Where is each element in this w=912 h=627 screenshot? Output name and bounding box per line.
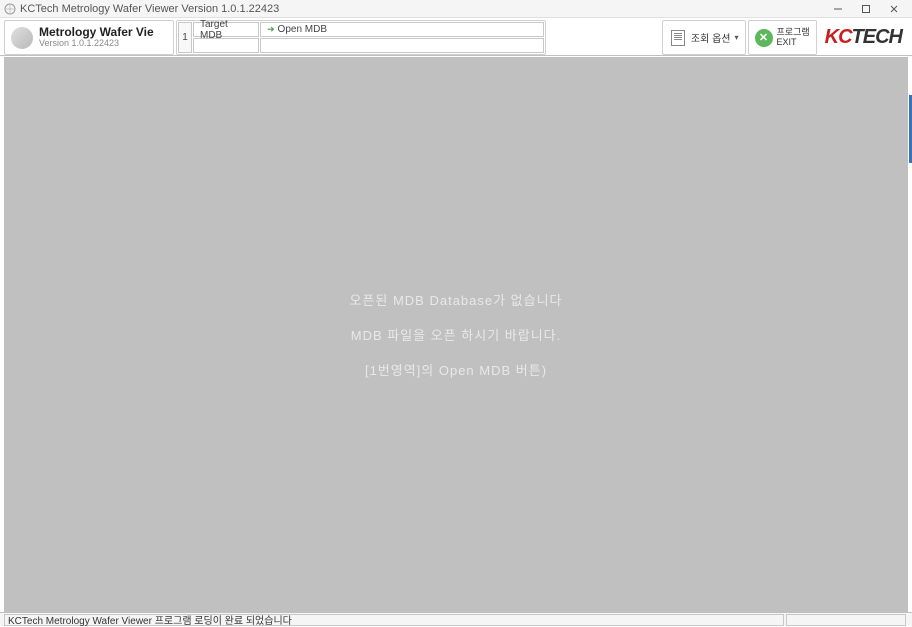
app-icon: [4, 3, 16, 15]
globe-icon: [11, 27, 33, 49]
minimize-button[interactable]: [824, 1, 852, 17]
window-title: KCTech Metrology Wafer Viewer Version 1.…: [20, 3, 824, 15]
exit-label-2: EXIT: [777, 38, 810, 48]
title-bar: KCTech Metrology Wafer Viewer Version 1.…: [0, 0, 912, 18]
maximize-button[interactable]: [852, 1, 880, 17]
status-text: KCTech Metrology Wafer Viewer 프로그램 로딩이 완…: [4, 614, 784, 626]
view-options-button[interactable]: 조회 옵션 ▾: [662, 20, 746, 55]
open-mdb-button[interactable]: ➜ Open MDB: [260, 22, 544, 37]
kctech-logo: KCTECH: [819, 20, 908, 55]
mdb-region-number: 1: [178, 22, 192, 53]
close-button[interactable]: [880, 1, 908, 17]
message-line-2: MDB 파일을 오픈 하시기 바랍니다.: [351, 325, 561, 344]
exit-icon: ✕: [755, 29, 773, 47]
document-icon: [669, 29, 687, 47]
content-area: 오픈된 MDB Database가 없습니다 MDB 파일을 오픈 하시기 바랍…: [4, 57, 908, 612]
status-cell-2: [786, 614, 906, 626]
exit-button[interactable]: ✕ 프로그램 EXIT: [748, 20, 817, 55]
view-options-label: 조회 옵션: [691, 30, 731, 45]
open-arrow-icon: ➜: [267, 24, 275, 35]
open-mdb-path: [260, 38, 544, 53]
window-controls: [824, 1, 908, 17]
open-mdb-label: Open MDB: [278, 24, 327, 35]
app-info-panel: Metrology Wafer Vie Version 1.0.1.22423: [4, 20, 174, 55]
logo-tech: TECH: [852, 26, 902, 49]
target-mdb-path: [193, 38, 259, 53]
message-line-1: 오픈된 MDB Database가 없습니다: [349, 290, 562, 309]
logo-kc: KC: [825, 26, 852, 49]
target-mdb-label: Target MDB: [193, 22, 259, 37]
status-bar: KCTech Metrology Wafer Viewer 프로그램 로딩이 완…: [0, 612, 912, 626]
chevron-down-icon: ▾: [735, 33, 739, 42]
toolbar: Metrology Wafer Vie Version 1.0.1.22423 …: [0, 18, 912, 56]
message-line-3: [1번영역]의 Open MDB 버튼): [365, 360, 547, 379]
mdb-panel: 1 Target MDB ➜ Open MDB: [176, 20, 546, 55]
app-version: Version 1.0.1.22423: [39, 39, 154, 49]
